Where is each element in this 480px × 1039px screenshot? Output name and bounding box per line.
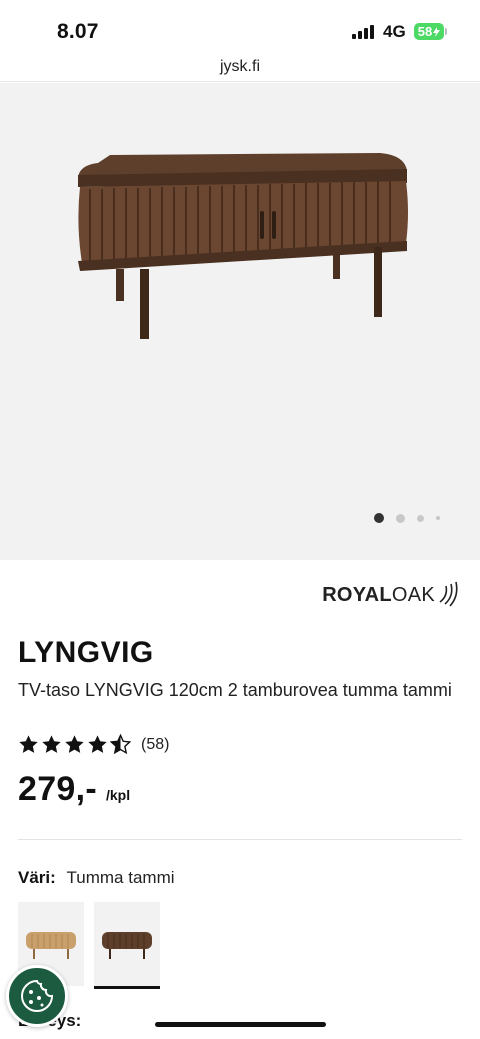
gallery-dot[interactable] [396, 513, 405, 523]
network-type: 4G [383, 22, 406, 41]
star-icon [65, 735, 84, 753]
rating-count[interactable]: (58) [141, 736, 169, 754]
product-price: 279,- /kpl [18, 770, 130, 809]
divider [18, 839, 462, 840]
dark-oak-swatch[interactable] [94, 902, 160, 986]
star-icon [42, 735, 61, 753]
brand-waves-icon [439, 581, 458, 607]
status-time: 8.07 [57, 20, 99, 43]
signal-icon [352, 25, 374, 39]
gallery-dot-active[interactable] [374, 513, 384, 523]
price-unit: /kpl [106, 787, 131, 803]
color-selector-label: Väri: Tumma tammi [18, 868, 175, 888]
star-half-icon [110, 734, 131, 755]
selected-swatch-indicator [94, 986, 160, 989]
battery-icon: 58 [414, 23, 444, 40]
gallery-pagination[interactable] [374, 513, 440, 523]
brand-logo-part2: OAK [391, 583, 435, 606]
dark-oak-tv-bench-thumbnail [102, 932, 152, 959]
product-gallery[interactable] [0, 83, 480, 560]
color-label: Väri: [18, 868, 56, 887]
battery-cap [445, 28, 447, 35]
battery-level: 58 [417, 24, 433, 39]
url-bar[interactable]: jysk.fi [0, 52, 480, 82]
status-bar: 8.07 4G 58 [0, 0, 480, 52]
color-value: Tumma tammi [66, 868, 175, 887]
product-title: LYNGVIG [18, 636, 154, 669]
home-indicator[interactable] [155, 1022, 326, 1027]
product-description: TV-taso LYNGVIG 120cm 2 tamburovea tumma… [18, 680, 452, 700]
product-rating[interactable]: (58) [18, 734, 169, 755]
price-value: 279,- [18, 770, 97, 808]
brand-logo[interactable]: ROYAL OAK [322, 580, 460, 610]
light-oak-tv-bench-thumbnail [26, 932, 76, 959]
tv-bench-product-image [78, 153, 409, 339]
gallery-dot[interactable] [417, 514, 424, 522]
gallery-dot[interactable] [436, 516, 440, 520]
cookie-icon [21, 979, 54, 1012]
brand-logo-part1: ROYAL [322, 583, 392, 606]
charging-bolt-icon [433, 26, 441, 37]
star-icon [19, 735, 38, 753]
cookie-settings-button[interactable] [6, 965, 68, 1027]
star-icon [88, 735, 107, 753]
